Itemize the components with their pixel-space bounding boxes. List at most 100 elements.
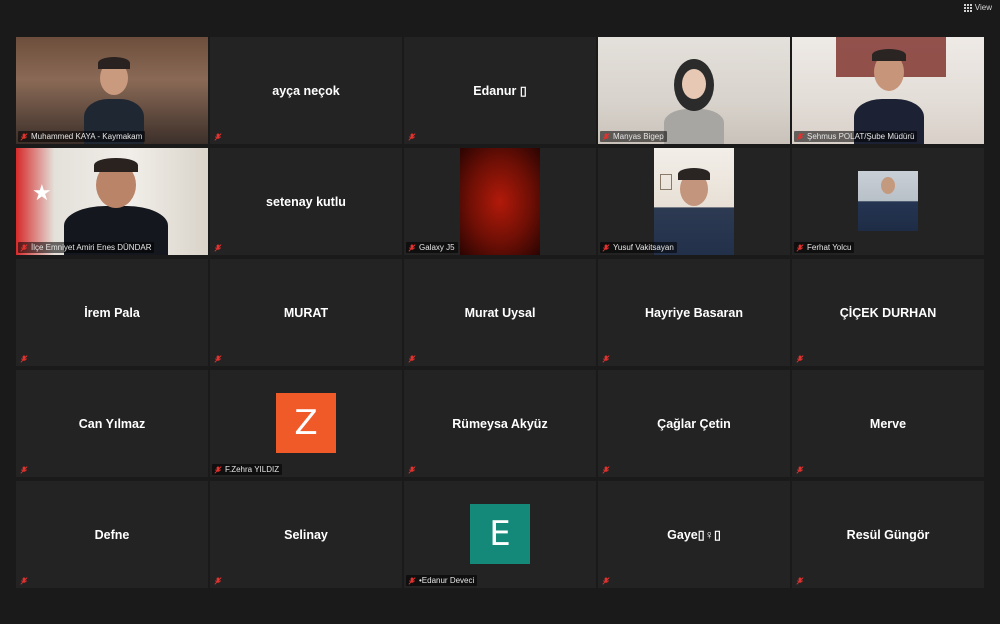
gallery-grid-icon: [963, 3, 972, 12]
muted-mic-icon: [602, 243, 610, 252]
muted-mic-icon: [408, 355, 416, 363]
participant-name-label: Manyas Bigep: [600, 131, 667, 142]
participant-name-label: Muhammed KAYA - Kaymakam: [18, 131, 146, 142]
participant-tile-defne[interactable]: Defne: [16, 481, 208, 588]
participant-tile-yusuf-vakitsayan[interactable]: Yusuf Vakitsayan: [598, 148, 790, 255]
participant-display-name: Çağlar Çetin: [657, 416, 731, 431]
participant-video: ★: [16, 148, 208, 255]
participant-name: Şehmus POLAT/Şube Müdürü: [807, 132, 915, 141]
participant-tile-merve[interactable]: Merve: [792, 370, 984, 477]
participant-initial-avatar: Z: [276, 393, 336, 453]
participant-name-label: [406, 354, 419, 364]
participant-name-label: Ferhat Yolcu: [794, 242, 855, 253]
participant-video: [16, 37, 208, 144]
participant-display-name: Defne: [94, 527, 130, 542]
participant-tile-muhammed-kaya[interactable]: Muhammed KAYA - Kaymakam: [16, 37, 208, 144]
participant-display-name: Can Yılmaz: [78, 416, 146, 431]
participant-name: •Edanur Deveci: [419, 576, 475, 585]
participant-name: İlçe Emniyet Amiri Enes DÜNDAR: [31, 243, 152, 252]
participant-tile-setenay-kutlu[interactable]: setenay kutlu: [210, 148, 402, 255]
participant-tile-ferhat-yolcu[interactable]: Ferhat Yolcu: [792, 148, 984, 255]
participant-tile-caglar-cetin[interactable]: Çağlar Çetin: [598, 370, 790, 477]
muted-mic-icon: [602, 466, 610, 474]
muted-mic-icon: [214, 133, 222, 141]
participant-display-name: Gaye▯♀▯: [667, 528, 721, 542]
participant-name-label: [212, 243, 225, 253]
participant-tile-gaye[interactable]: Gaye▯♀▯: [598, 481, 790, 588]
muted-mic-icon: [796, 355, 804, 363]
participant-tile-galaxy-j5[interactable]: Galaxy J5: [404, 148, 596, 255]
participant-tile-irem-pala[interactable]: İrem Pala: [16, 259, 208, 366]
participant-video: [792, 37, 984, 144]
participant-tile-cicek-durhan[interactable]: ÇİÇEK DURHAN: [792, 259, 984, 366]
view-button[interactable]: View: [963, 1, 992, 14]
participant-name: F.Zehra YILDIZ: [225, 465, 280, 474]
participant-name-label: [794, 354, 807, 364]
participant-name-label: [212, 354, 225, 364]
participant-tile-resul-gungor[interactable]: Resül Güngör: [792, 481, 984, 588]
participant-display-name: Resül Güngör: [846, 527, 930, 542]
muted-mic-icon: [602, 132, 610, 141]
participant-name: Galaxy J5: [419, 243, 455, 252]
participant-name: Manyas Bigep: [613, 132, 664, 141]
muted-mic-icon: [214, 355, 222, 363]
participant-tile-selinay[interactable]: Selinay: [210, 481, 402, 588]
participant-name-label: [600, 576, 613, 586]
participant-name-label: [794, 465, 807, 475]
participant-tile-f-zehra-yildiz[interactable]: Z F.Zehra YILDIZ: [210, 370, 402, 477]
participant-display-name: Selinay: [284, 527, 328, 542]
participant-name: Muhammed KAYA - Kaymakam: [31, 132, 143, 141]
participant-name-label: Yusuf Vakitsayan: [600, 242, 677, 253]
muted-mic-icon: [602, 577, 610, 585]
participant-name-label: Şehmus POLAT/Şube Müdürü: [794, 131, 918, 142]
participant-tile-murat-uysal[interactable]: Murat Uysal: [404, 259, 596, 366]
muted-mic-icon: [796, 577, 804, 585]
muted-mic-icon: [20, 577, 28, 585]
muted-mic-icon: [20, 243, 28, 252]
view-button-label: View: [974, 3, 992, 12]
top-bar: View: [0, 0, 1000, 16]
muted-mic-icon: [408, 133, 416, 141]
participant-tile-can-yilmaz[interactable]: Can Yılmaz: [16, 370, 208, 477]
participant-name-label: [18, 576, 31, 586]
participant-name-label: [406, 465, 419, 475]
participant-tile-ilce-emniyet-amiri[interactable]: ★ İlçe Emniyet Amiri Enes DÜNDAR: [16, 148, 208, 255]
participant-display-name: İrem Pala: [84, 305, 140, 320]
participant-tile-hayriye-basaran[interactable]: Hayriye Basaran: [598, 259, 790, 366]
participant-tile-sehmus-polat[interactable]: Şehmus POLAT/Şube Müdürü: [792, 37, 984, 144]
participant-video: [598, 37, 790, 144]
participant-name-label: [212, 576, 225, 586]
participant-tile-ayca-necok[interactable]: ayça neçok: [210, 37, 402, 144]
participant-display-name: MURAT: [283, 305, 329, 320]
participant-tile-edanur-deveci[interactable]: E •Edanur Deveci: [404, 481, 596, 588]
participant-name-label: •Edanur Deveci: [406, 575, 478, 586]
participant-profile-photo: [858, 171, 918, 231]
muted-mic-icon: [796, 466, 804, 474]
muted-mic-icon: [602, 355, 610, 363]
participant-gallery: Muhammed KAYA - Kaymakam ayça neçok Edan…: [16, 37, 984, 588]
participant-name-label: [18, 354, 31, 364]
participant-video: [460, 148, 540, 255]
muted-mic-icon: [408, 243, 416, 252]
participant-name-label: [794, 576, 807, 586]
muted-mic-icon: [20, 132, 28, 141]
participant-name-label: İlçe Emniyet Amiri Enes DÜNDAR: [18, 242, 155, 253]
participant-tile-manyas-bigep[interactable]: Manyas Bigep: [598, 37, 790, 144]
participant-display-name: setenay kutlu: [266, 194, 346, 209]
participant-name-label: [212, 132, 225, 142]
participant-name-label: Galaxy J5: [406, 242, 458, 253]
participant-initial-avatar: E: [470, 504, 530, 564]
participant-display-name: ÇİÇEK DURHAN: [839, 305, 937, 320]
participant-tile-murat[interactable]: MURAT: [210, 259, 402, 366]
muted-mic-icon: [214, 244, 222, 252]
muted-mic-icon: [796, 132, 804, 141]
muted-mic-icon: [408, 466, 416, 474]
participant-display-name: ayça neçok: [272, 83, 340, 98]
participant-name: Yusuf Vakitsayan: [613, 243, 674, 252]
participant-tile-edanur[interactable]: Edanur ▯: [404, 37, 596, 144]
muted-mic-icon: [214, 577, 222, 585]
participant-name-label: [406, 132, 419, 142]
participant-tile-rumeysa-akyuz[interactable]: Rümeysa Akyüz: [404, 370, 596, 477]
participant-name-label: F.Zehra YILDIZ: [212, 464, 283, 475]
participant-display-name: Rümeysa Akyüz: [452, 416, 548, 431]
